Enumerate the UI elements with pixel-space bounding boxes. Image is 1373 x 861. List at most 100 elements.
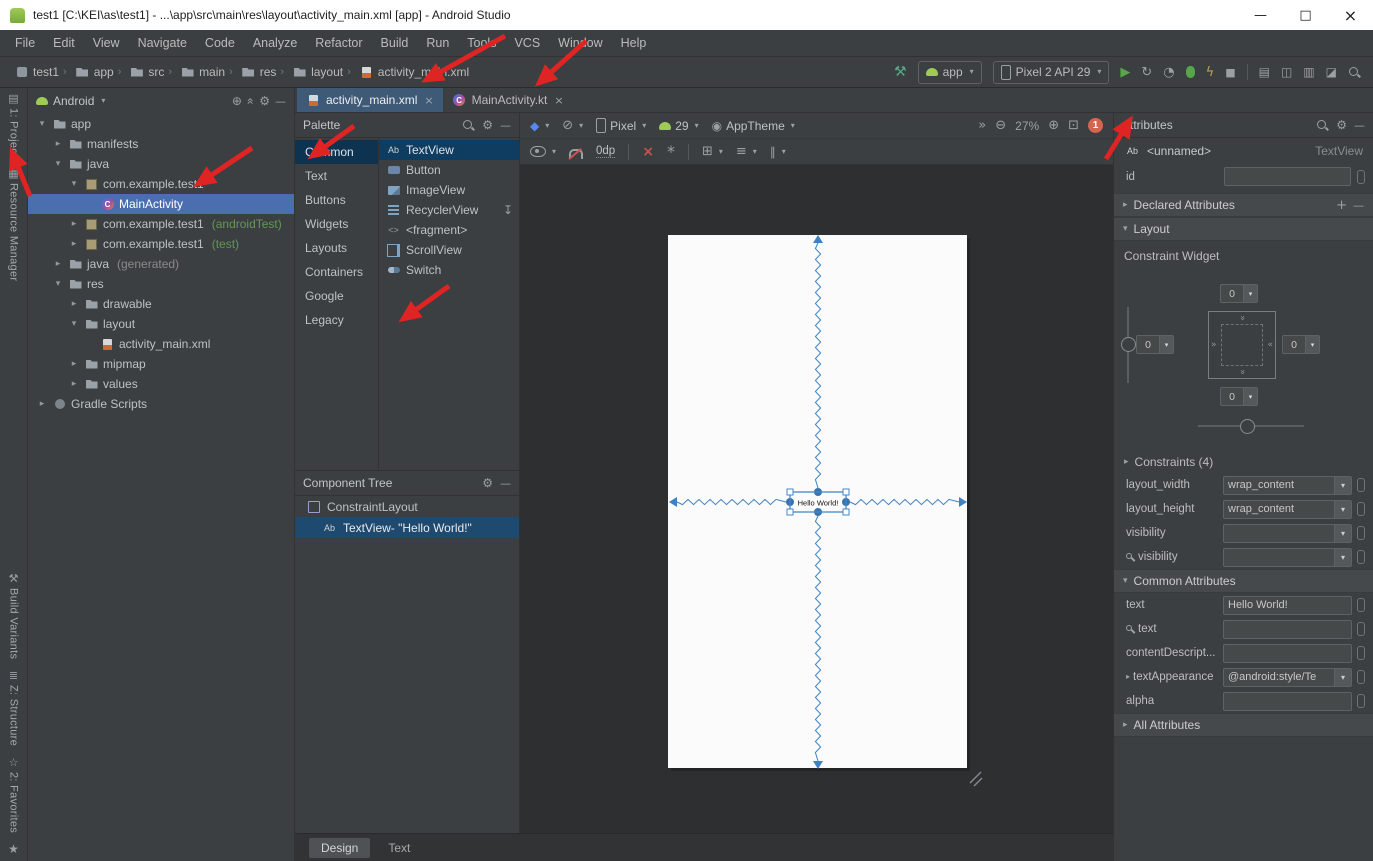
project-tree-row[interactable]: ▸ com.example.test1 (test) — [28, 234, 294, 254]
palette-category[interactable]: Google — [295, 284, 378, 308]
minimize-button[interactable]: — — [1238, 0, 1283, 30]
zoom-to-fit-button[interactable] — [1068, 119, 1079, 132]
emulator-icon[interactable] — [1303, 66, 1314, 78]
project-tree-row[interactable]: ▸ drawable — [28, 294, 294, 314]
maximize-button[interactable]: □ — [1283, 0, 1328, 30]
palette-component[interactable]: ImageView — [379, 180, 519, 200]
issues-badge[interactable]: 1 — [1088, 118, 1103, 133]
orientation-select[interactable] — [562, 119, 583, 132]
close-button[interactable]: × — [1328, 0, 1373, 30]
palette-category[interactable]: Common — [295, 140, 378, 164]
run-button[interactable] — [1120, 66, 1130, 79]
hide-panel-icon[interactable] — [275, 96, 286, 107]
project-tree-row[interactable]: ▸ java (generated) — [28, 254, 294, 274]
menu-item[interactable]: Help — [612, 33, 656, 53]
apply-code-changes-icon[interactable] — [1206, 66, 1215, 79]
palette-category[interactable]: Text — [295, 164, 378, 188]
margin-top-select[interactable]: 0 — [1220, 284, 1258, 303]
canvas-resize-handle[interactable] — [970, 772, 982, 786]
project-tree-row[interactable]: ▾ com.example.test1 — [28, 174, 294, 194]
menu-item[interactable]: Run — [417, 33, 458, 53]
layout-inspector-icon[interactable] — [1281, 66, 1292, 78]
guidelines-select[interactable] — [702, 145, 723, 158]
device-file-explorer-icon[interactable] — [1259, 66, 1270, 78]
device-select[interactable]: Pixel — [596, 118, 646, 133]
palette-component[interactable]: Button — [379, 160, 519, 180]
profiler-icon[interactable] — [1163, 66, 1174, 79]
zoom-out-button[interactable] — [995, 119, 1006, 132]
palette-component[interactable]: RecyclerView — [379, 200, 519, 220]
default-margins-select[interactable]: 0dp — [596, 145, 615, 158]
breadcrumb-item[interactable]: › layout — [278, 63, 345, 81]
margin-bottom-select[interactable]: 0 — [1220, 387, 1258, 406]
declared-attributes-section[interactable]: Declared Attributes — [1114, 193, 1373, 217]
hide-panel-icon[interactable] — [1354, 120, 1365, 131]
design-canvas[interactable]: Hello World! — [520, 165, 1113, 833]
favorites-star-icon[interactable] — [8, 843, 19, 855]
apply-changes-icon[interactable] — [1141, 66, 1152, 79]
run-configuration-select[interactable]: app — [918, 61, 982, 84]
component-tree-row[interactable]: ConstraintLayout — [295, 496, 519, 517]
pick-attribute-icon[interactable] — [1357, 170, 1365, 184]
project-tree-row[interactable]: ▾ app — [28, 114, 294, 134]
autoconnect-off-icon[interactable] — [569, 149, 583, 159]
menu-item[interactable]: VCS — [505, 33, 549, 53]
hide-panel-icon[interactable] — [500, 120, 511, 131]
palette-component[interactable]: <fragment> — [379, 220, 519, 240]
zoom-in-button[interactable] — [1048, 119, 1059, 132]
tree-expander-icon[interactable]: ▸ — [68, 379, 80, 389]
infer-constraints-button[interactable] — [667, 144, 675, 160]
tool-window-button[interactable]: Resource Manager — [8, 167, 20, 281]
palette-category[interactable]: Legacy — [295, 308, 378, 332]
palette-category[interactable]: Layouts — [295, 236, 378, 260]
pick-attribute-icon[interactable] — [1357, 670, 1365, 684]
vertical-bias-knob[interactable] — [1121, 337, 1136, 352]
tree-expander-icon[interactable]: ▾ — [36, 119, 48, 129]
breadcrumb-item[interactable]: › app — [61, 63, 116, 81]
pick-attribute-icon[interactable] — [1357, 478, 1365, 492]
project-tree-row[interactable]: activity_main.xml — [28, 334, 294, 354]
clear-constraints-button[interactable] — [642, 145, 654, 159]
search-icon[interactable] — [462, 119, 475, 132]
search-everywhere-icon[interactable] — [1348, 66, 1361, 79]
attribute-input[interactable] — [1223, 620, 1352, 639]
project-tree-row[interactable]: ▾ java — [28, 154, 294, 174]
breadcrumb-item[interactable]: › main — [166, 63, 227, 81]
menu-item[interactable]: View — [84, 33, 129, 53]
menu-item[interactable]: Window — [549, 33, 611, 53]
palette-category[interactable]: Widgets — [295, 212, 378, 236]
margin-right-select[interactable]: 0 — [1282, 335, 1320, 354]
tree-expander-icon[interactable]: ▸ — [52, 139, 64, 149]
component-tree-row[interactable]: TextView- "Hello World!" — [295, 517, 519, 538]
project-tree-row[interactable]: ▸ manifests — [28, 134, 294, 154]
pick-attribute-icon[interactable] — [1357, 526, 1365, 540]
project-tree-row[interactable]: ▾ res — [28, 274, 294, 294]
editor-tab[interactable]: MainActivity.kt × — [443, 88, 573, 112]
attribute-input[interactable] — [1223, 644, 1352, 663]
tree-expander-icon[interactable]: ▾ — [52, 279, 64, 289]
breadcrumb-item[interactable]: › src — [116, 63, 167, 81]
tree-expander-icon[interactable]: ▾ — [68, 179, 80, 189]
pack-select[interactable] — [770, 146, 786, 158]
pick-attribute-icon[interactable] — [1357, 502, 1365, 516]
horizontal-bias-knob[interactable] — [1240, 419, 1255, 434]
search-icon[interactable] — [1316, 119, 1329, 132]
menu-item[interactable]: Build — [372, 33, 418, 53]
tool-window-button[interactable]: 1: Project — [8, 92, 20, 157]
close-tab-icon[interactable]: × — [554, 94, 563, 107]
common-attributes-section[interactable]: Common Attributes — [1114, 569, 1373, 593]
all-attributes-section[interactable]: All Attributes — [1114, 713, 1373, 737]
pick-attribute-icon[interactable] — [1357, 622, 1365, 636]
target-device-select[interactable]: Pixel 2 API 29 — [993, 61, 1110, 84]
project-tree-row[interactable]: ▸ values — [28, 374, 294, 394]
tree-expander-icon[interactable]: ▸ — [68, 219, 80, 229]
locate-file-icon[interactable] — [232, 95, 242, 107]
tree-expander-icon[interactable]: ▾ — [68, 319, 80, 329]
tool-window-button[interactable]: 2: Favorites — [8, 756, 20, 833]
editor-tab[interactable]: activity_main.xml × — [297, 88, 443, 112]
tree-expander-icon[interactable]: ▸ — [52, 259, 64, 269]
pick-attribute-icon[interactable] — [1357, 646, 1365, 660]
hide-panel-icon[interactable] — [500, 478, 511, 489]
project-tree-row[interactable]: MainActivity — [28, 194, 294, 214]
api-version-select[interactable]: 29 — [659, 119, 698, 133]
